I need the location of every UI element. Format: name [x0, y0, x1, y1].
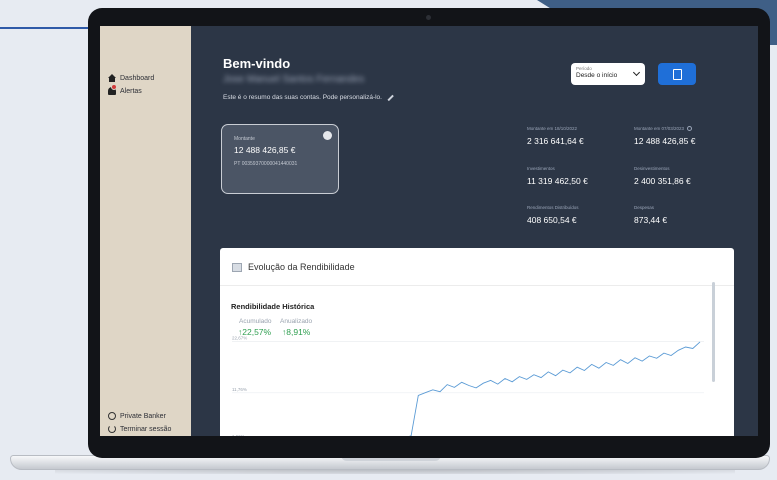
panel-title: Evolução da Rendibilidade	[248, 262, 355, 272]
main-content: Bem-vindo Jose Manuel Santos Fernandes E…	[191, 26, 758, 436]
account-card[interactable]: Montante 12 488 426,85 € PT 003593700000…	[221, 124, 339, 194]
app-screen: Dashboard Alertas Private Banker Termina…	[100, 26, 758, 436]
power-icon	[108, 425, 116, 433]
stat-label: Investimentos	[527, 166, 555, 171]
y-tick-label: 11,76%	[232, 387, 247, 392]
sidebar-item-label: Alertas	[120, 87, 142, 95]
stat-start-amount: Montante em 18/10/2022 2 316 641,64 €	[527, 126, 584, 146]
stat-distributed-income: Rendimentos Distribuídos 408 650,54 €	[527, 205, 579, 225]
sidebar-item-label: Dashboard	[120, 74, 155, 82]
sidebar: Dashboard Alertas Private Banker Termina…	[100, 26, 191, 436]
chart-icon	[232, 262, 242, 272]
period-label: Período	[576, 66, 592, 71]
period-value: Desde o início	[576, 72, 618, 79]
performance-panel: Evolução da Rendibilidade Rendibilidade …	[220, 248, 734, 436]
edit-icon[interactable]	[387, 94, 394, 101]
period-select[interactable]: Período Desde o início	[571, 63, 645, 85]
divider	[220, 285, 734, 286]
person-icon	[108, 412, 116, 420]
y-tick-label: 22,67%	[232, 336, 247, 341]
page-subtitle: Este é o resumo das suas contas. Pode pe…	[223, 94, 394, 101]
stat-label: Despesas	[634, 205, 655, 210]
sidebar-item-private-banker[interactable]: Private Banker	[108, 412, 166, 420]
stat-investments: Investimentos 11 319 462,50 €	[527, 166, 588, 186]
home-icon	[108, 74, 116, 82]
stat-label: Montante em 07/03/2023	[634, 126, 685, 131]
sidebar-item-label: Private Banker	[120, 412, 166, 420]
stat-label: Montante em 18/10/2022	[527, 126, 578, 131]
pdf-icon	[672, 68, 682, 80]
sidebar-item-logout[interactable]: Terminar sessão	[108, 425, 171, 433]
laptop-bezel: Dashboard Alertas Private Banker Termina…	[88, 8, 770, 458]
stat-current-amount: Montante em 07/03/2023 12 488 426,85 €	[634, 126, 695, 146]
check-icon	[323, 131, 332, 140]
stat-disinvestments: Desinvestimentos 2 400 351,86 €	[634, 166, 691, 186]
stat-label: Rendimentos Distribuídos	[527, 205, 579, 210]
y-tick-label: 1,66%	[232, 434, 245, 436]
stat-expenses: Despesas 873,44 €	[634, 205, 667, 225]
performance-chart: 22,67% 11,76% 1,66%	[232, 336, 704, 436]
info-icon[interactable]	[687, 126, 693, 131]
bell-icon	[108, 84, 117, 95]
stat-value: 2 400 351,86 €	[634, 176, 691, 186]
alert-badge	[111, 84, 117, 90]
chart-title: Rendibilidade Histórica	[231, 302, 315, 311]
user-name: Jose Manuel Santos Fernandes	[223, 74, 365, 85]
sidebar-item-alertas[interactable]: Alertas	[108, 84, 142, 95]
accumulated-label: Acumulado	[239, 318, 272, 325]
series-line	[408, 341, 701, 436]
card-iban: PT 00359370000041440031	[234, 161, 298, 167]
page-title: Bem-vindo	[223, 56, 291, 71]
card-label: Montante	[234, 136, 255, 142]
card-amount: 12 488 426,85 €	[234, 145, 296, 155]
stat-value: 408 650,54 €	[527, 215, 577, 225]
stat-value: 873,44 €	[634, 215, 668, 225]
subtitle-text: Este é o resumo das suas contas. Pode pe…	[223, 94, 382, 101]
camera-icon	[426, 15, 431, 20]
sidebar-item-dashboard[interactable]: Dashboard	[108, 74, 154, 82]
stat-value: 12 488 426,85 €	[634, 136, 696, 146]
stat-label: Desinvestimentos	[634, 166, 670, 171]
stat-label-row: Montante em 07/03/2023	[634, 126, 695, 131]
stat-value: 11 319 462,50 €	[527, 176, 588, 186]
annualized-label: Anualizado	[280, 318, 313, 325]
stat-value: 2 316 641,64 €	[527, 136, 584, 146]
sidebar-item-label: Terminar sessão	[120, 425, 172, 433]
panel-header: Evolução da Rendibilidade	[232, 262, 355, 272]
export-pdf-button[interactable]	[658, 63, 696, 85]
